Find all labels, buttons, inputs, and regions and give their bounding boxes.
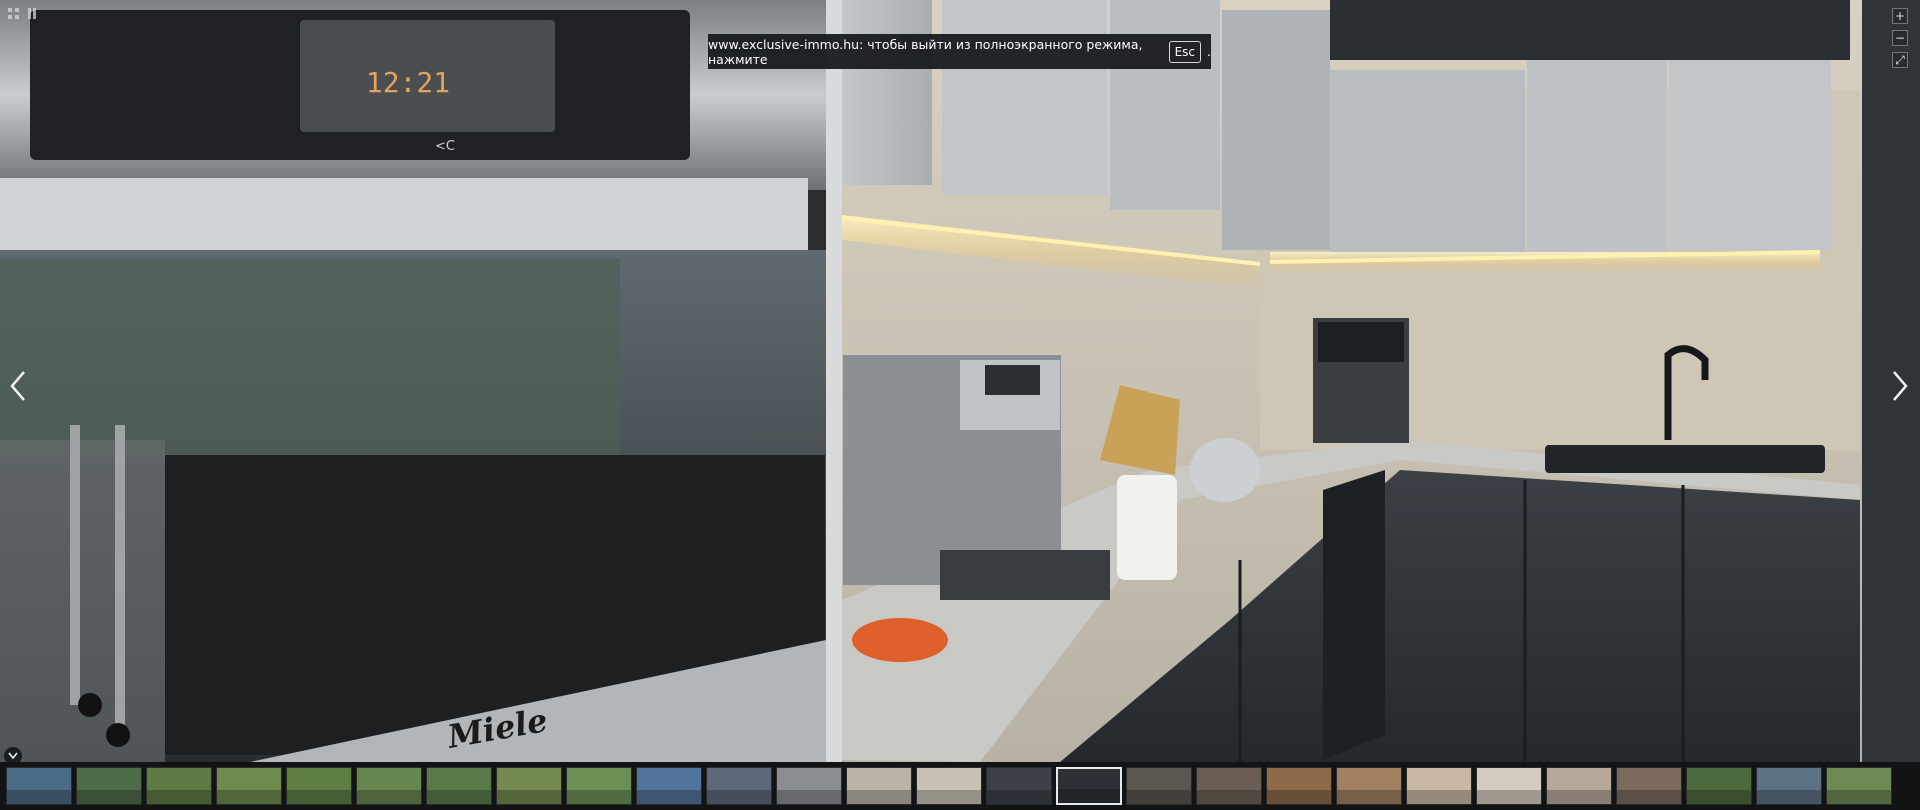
scene-thumbnail[interactable] xyxy=(356,767,422,805)
chevron-down-icon xyxy=(8,752,18,760)
scene-thumbnail[interactable] xyxy=(1056,767,1122,805)
scene-thumbnail[interactable] xyxy=(146,767,212,805)
chevron-right-icon xyxy=(1893,371,1908,401)
scene-thumbnail[interactable] xyxy=(1826,767,1892,805)
scene-thumbnail[interactable] xyxy=(566,767,632,805)
scene-thumbnail[interactable] xyxy=(76,767,142,805)
scene-thumbnail[interactable] xyxy=(1266,767,1332,805)
scene-thumbnail[interactable] xyxy=(986,767,1052,805)
scene-thumbnail[interactable] xyxy=(1126,767,1192,805)
chevron-left-icon xyxy=(10,371,25,401)
scene-thumbnail[interactable] xyxy=(636,767,702,805)
scene-thumbnail[interactable] xyxy=(1686,767,1752,805)
scene-thumbnail[interactable] xyxy=(1616,767,1682,805)
zoom-out-button[interactable]: − xyxy=(1892,30,1908,46)
scene-thumbnail[interactable] xyxy=(216,767,282,805)
scene-thumbnail[interactable] xyxy=(1476,767,1542,805)
scene-thumbnail[interactable] xyxy=(496,767,562,805)
fullscreen-notice-text: www.exclusive-immo.hu: чтобы выйти из по… xyxy=(708,36,1143,67)
scene-thumbnail[interactable] xyxy=(426,767,492,805)
oven-clock: 12:21 xyxy=(366,66,450,99)
next-scene-button[interactable] xyxy=(1888,366,1912,406)
pause-icon[interactable] xyxy=(26,8,38,20)
zoom-in-button[interactable]: + xyxy=(1892,8,1908,24)
fullscreen-toggle-button[interactable]: ⤢ xyxy=(1892,52,1908,68)
scene-thumbnail[interactable] xyxy=(1546,767,1612,805)
scene-thumbnail[interactable] xyxy=(776,767,842,805)
scene-thumbnail[interactable] xyxy=(1406,767,1472,805)
scene-thumbnail[interactable] xyxy=(706,767,772,805)
viewer-controls: + − ⤢ xyxy=(1892,8,1908,68)
scene-thumbnail[interactable] xyxy=(1756,767,1822,805)
grid-icon[interactable] xyxy=(8,8,20,20)
panorama-view[interactable]: 12:21 <C Miele xyxy=(0,0,1920,762)
scene-thumbnail[interactable] xyxy=(1196,767,1262,805)
scene-thumbnail[interactable] xyxy=(916,767,982,805)
fullscreen-notice: www.exclusive-immo.hu: чтобы выйти из по… xyxy=(708,34,1211,69)
oven-button-label: <C xyxy=(435,139,455,154)
scene-thumbnail[interactable] xyxy=(846,767,912,805)
top-left-toolbar xyxy=(8,8,38,20)
scene-thumbnail[interactable] xyxy=(6,767,72,805)
fullscreen-notice-suffix: . xyxy=(1207,44,1211,59)
esc-key-badge: Esc xyxy=(1168,40,1202,63)
prev-scene-button[interactable] xyxy=(6,366,30,406)
thumbnail-strip xyxy=(0,762,1920,810)
scene-thumbnail[interactable] xyxy=(1336,767,1402,805)
scene-thumbnail[interactable] xyxy=(286,767,352,805)
